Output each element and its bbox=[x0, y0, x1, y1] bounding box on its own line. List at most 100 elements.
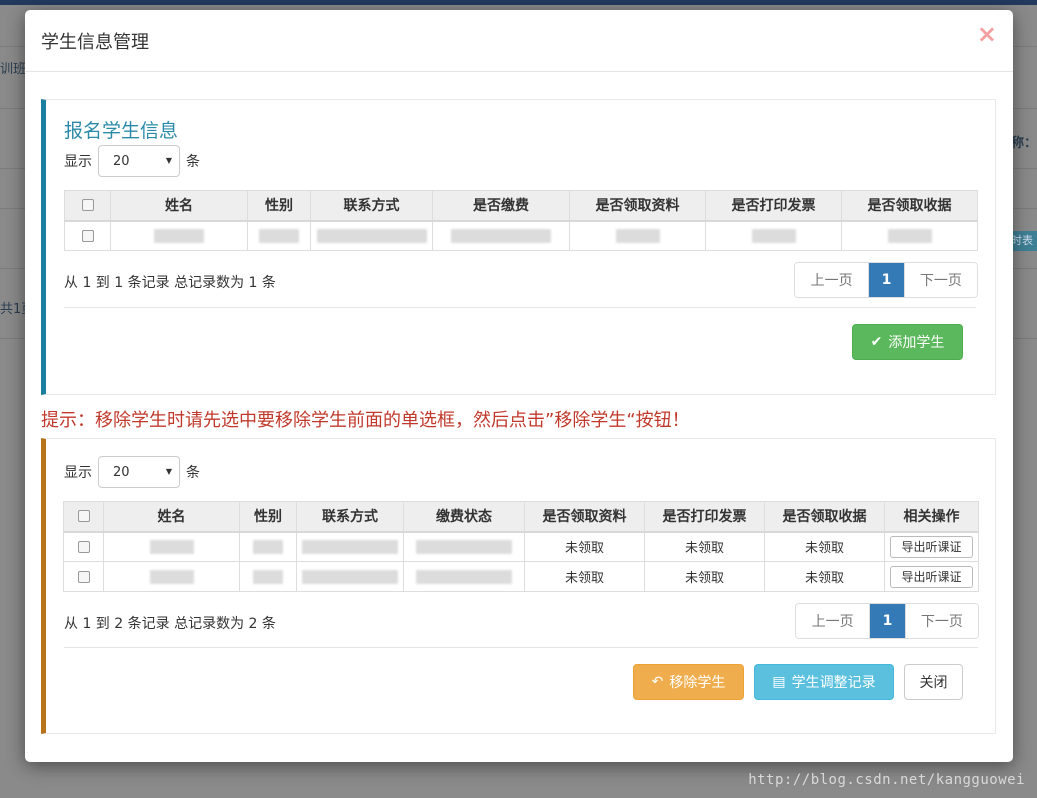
removal-hint: 提示：移除学生时请先选中要移除学生前面的单选框，然后点击”移除学生“按钮！ bbox=[41, 410, 690, 431]
column-header[interactable]: 是否领取收据 bbox=[841, 190, 978, 222]
section-divider bbox=[64, 647, 978, 648]
prev-page-button[interactable]: 上一页 bbox=[796, 604, 870, 638]
table-header-row: 姓名 性别 联系方式 缴费状态 是否领取资料 是否打印发票 是否领取收据 相关操… bbox=[63, 501, 979, 533]
background-topbar bbox=[0, 0, 1037, 5]
redacted-cell bbox=[239, 531, 297, 562]
redacted-text bbox=[615, 228, 660, 243]
column-header[interactable]: 是否领取资料 bbox=[569, 190, 706, 222]
remove-student-button[interactable]: ↶ 移除学生 bbox=[633, 664, 744, 700]
redacted-text bbox=[416, 539, 512, 554]
redacted-text bbox=[302, 539, 398, 554]
export-pass-button[interactable]: 导出听课证 bbox=[890, 565, 973, 588]
length-prefix: 显示 bbox=[64, 465, 92, 481]
column-header[interactable]: 是否领取收据 bbox=[764, 501, 885, 533]
row-select-cell bbox=[63, 561, 104, 592]
row-select-cell bbox=[63, 531, 104, 562]
receipt-status: 未领取 bbox=[764, 531, 885, 562]
select-all-cell bbox=[63, 501, 104, 533]
check-icon: ✔ bbox=[870, 334, 883, 350]
column-header[interactable]: 联系方式 bbox=[296, 501, 404, 533]
select-all-cell bbox=[64, 190, 111, 222]
modal-header: 学生信息管理 × bbox=[25, 10, 1013, 72]
caret-down-icon: ▼ bbox=[165, 467, 172, 476]
redacted-text bbox=[751, 228, 796, 243]
row-checkbox[interactable] bbox=[77, 570, 90, 583]
page-length-control: 显示 20 ▼ 条 bbox=[64, 145, 200, 177]
column-header[interactable]: 性别 bbox=[247, 190, 311, 222]
table-row: 未领取 未领取 未领取 导出听课证 bbox=[63, 561, 979, 592]
row-select-cell bbox=[64, 220, 111, 251]
redacted-text bbox=[149, 569, 194, 584]
select-all-checkbox[interactable] bbox=[81, 199, 94, 212]
page-length-select[interactable]: 20 ▼ bbox=[98, 456, 180, 488]
student-info-modal: 学生信息管理 × 报名学生信息 显示 20 ▼ 条 姓名 性别 联系方式 是否缴… bbox=[25, 10, 1013, 762]
row-checkbox[interactable] bbox=[81, 229, 94, 242]
redacted-cell bbox=[705, 220, 842, 251]
invoice-status: 未领取 bbox=[644, 561, 765, 592]
redacted-cell bbox=[403, 531, 525, 562]
page-length-control: 显示 20 ▼ 条 bbox=[64, 456, 200, 488]
prev-page-button[interactable]: 上一页 bbox=[795, 263, 869, 297]
column-header[interactable]: 姓名 bbox=[110, 190, 248, 222]
column-header[interactable]: 联系方式 bbox=[310, 190, 433, 222]
redacted-text bbox=[316, 228, 427, 243]
redacted-cell bbox=[110, 220, 248, 251]
length-suffix: 条 bbox=[186, 465, 200, 481]
action-cell: 导出听课证 bbox=[884, 531, 979, 562]
redacted-cell bbox=[296, 561, 404, 592]
redacted-text bbox=[253, 569, 283, 584]
next-page-button[interactable]: 下一页 bbox=[903, 263, 977, 297]
redacted-text bbox=[416, 569, 512, 584]
redacted-cell bbox=[296, 531, 404, 562]
redacted-cell bbox=[432, 220, 570, 251]
add-student-button[interactable]: ✔ 添加学生 bbox=[852, 324, 963, 360]
action-cell: 导出听课证 bbox=[884, 561, 979, 592]
redacted-cell bbox=[103, 531, 240, 562]
adjustment-history-button[interactable]: ▤ 学生调整记录 bbox=[754, 664, 894, 700]
redacted-text bbox=[302, 569, 398, 584]
class-students-panel: 显示 20 ▼ 条 姓名 性别 联系方式 缴费状态 是否领取资料 是否打印发票 … bbox=[41, 438, 996, 734]
enrolled-students-panel: 报名学生信息 显示 20 ▼ 条 姓名 性别 联系方式 是否缴费 是否领取资料 … bbox=[41, 99, 996, 395]
column-header[interactable]: 是否缴费 bbox=[432, 190, 570, 222]
background-text: 称： bbox=[1010, 136, 1037, 151]
remove-student-label: 移除学生 bbox=[669, 675, 726, 691]
page-1-button[interactable]: 1 bbox=[869, 604, 905, 638]
select-all-checkbox[interactable] bbox=[77, 510, 90, 523]
column-header[interactable]: 是否打印发票 bbox=[705, 190, 842, 222]
background-badge: 时表 bbox=[1011, 231, 1037, 251]
redacted-text bbox=[887, 228, 932, 243]
export-pass-button[interactable]: 导出听课证 bbox=[890, 535, 973, 558]
table-header-row: 姓名 性别 联系方式 是否缴费 是否领取资料 是否打印发票 是否领取收据 bbox=[64, 190, 978, 222]
column-header: 相关操作 bbox=[884, 501, 979, 533]
redacted-text bbox=[451, 228, 551, 243]
redacted-cell bbox=[247, 220, 311, 251]
receipt-status: 未领取 bbox=[764, 561, 885, 592]
column-header[interactable]: 性别 bbox=[239, 501, 297, 533]
close-button[interactable]: 关闭 bbox=[904, 664, 963, 700]
table-row bbox=[64, 220, 978, 251]
column-header[interactable]: 姓名 bbox=[103, 501, 240, 533]
redacted-cell bbox=[569, 220, 706, 251]
file-icon: ▤ bbox=[772, 674, 786, 690]
page-length-select[interactable]: 20 ▼ bbox=[98, 145, 180, 177]
row-checkbox[interactable] bbox=[77, 540, 90, 553]
page-1-button[interactable]: 1 bbox=[868, 263, 904, 297]
column-header[interactable]: 缴费状态 bbox=[403, 501, 525, 533]
material-status: 未领取 bbox=[524, 531, 645, 562]
page-length-value: 20 bbox=[113, 464, 130, 480]
pagination: 上一页 1 下一页 bbox=[795, 603, 979, 639]
add-student-label: 添加学生 bbox=[888, 335, 945, 351]
redacted-cell bbox=[403, 561, 525, 592]
close-icon[interactable]: × bbox=[977, 22, 997, 46]
next-page-button[interactable]: 下一页 bbox=[904, 604, 978, 638]
table-info: 从 1 到 1 条记录 总记录数为 1 条 bbox=[64, 275, 276, 291]
redacted-text bbox=[149, 539, 194, 554]
watermark: http://blog.csdn.net/kangguowei bbox=[748, 772, 1025, 788]
column-header[interactable]: 是否领取资料 bbox=[524, 501, 645, 533]
background-text: 训班 bbox=[0, 62, 27, 77]
redacted-text bbox=[154, 228, 204, 243]
material-status: 未领取 bbox=[524, 561, 645, 592]
pagination: 上一页 1 下一页 bbox=[794, 262, 978, 298]
panel-title: 报名学生信息 bbox=[64, 120, 179, 142]
column-header[interactable]: 是否打印发票 bbox=[644, 501, 765, 533]
